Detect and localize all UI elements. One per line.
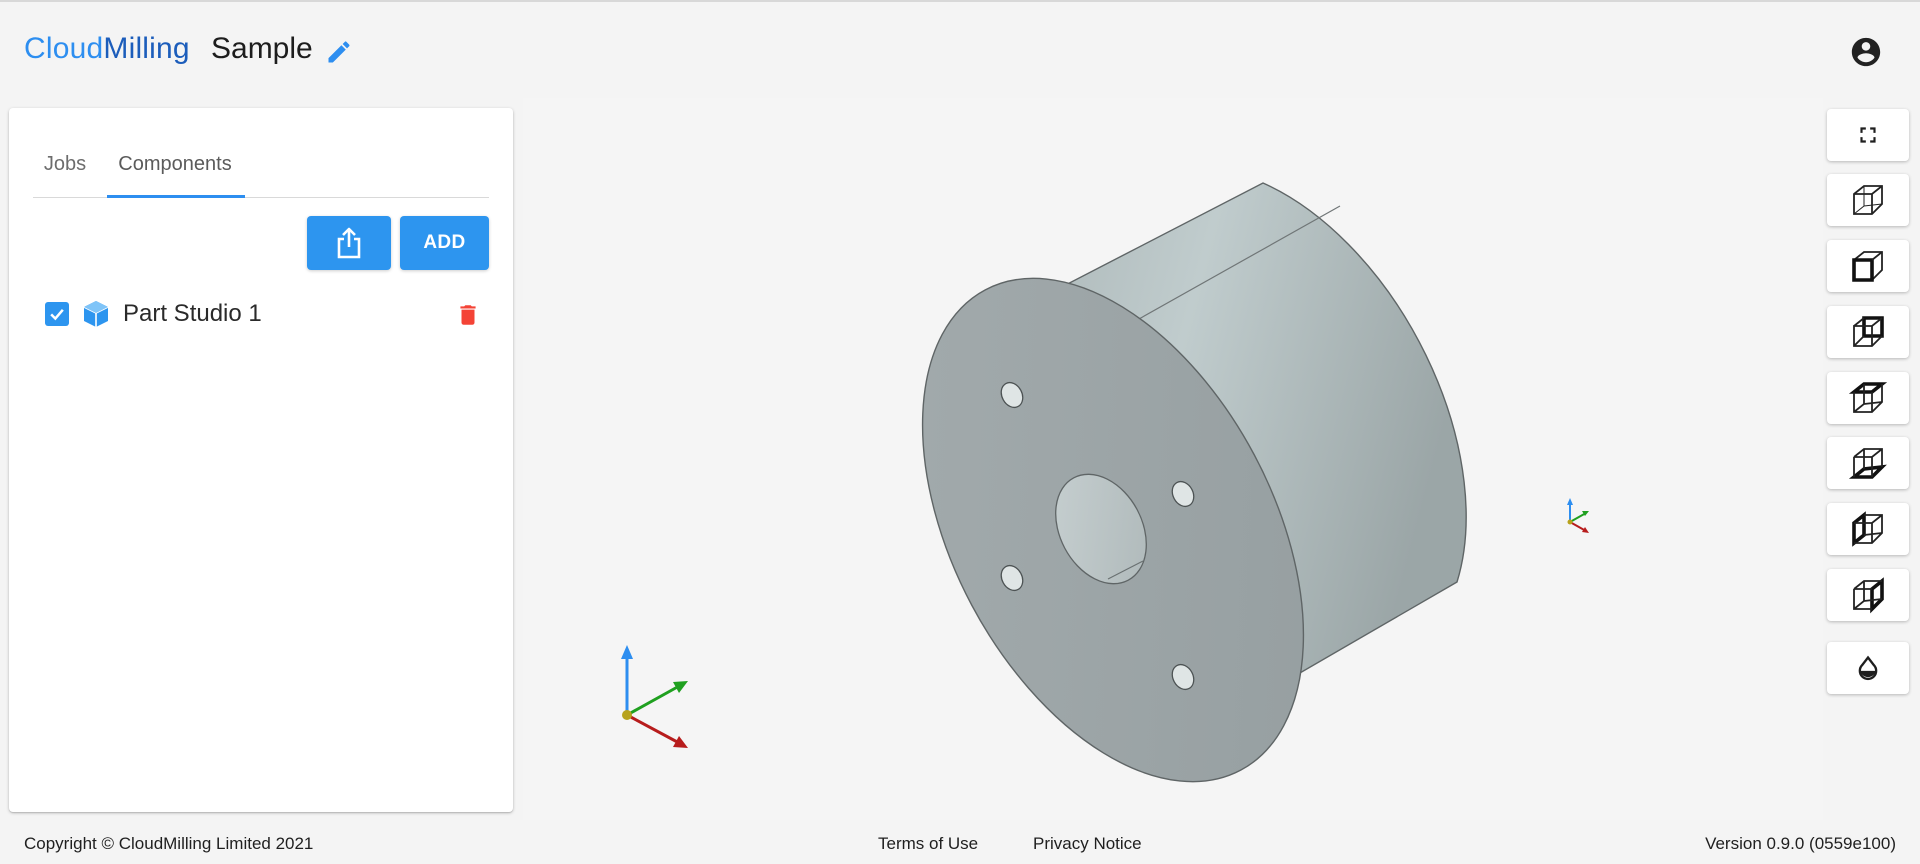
view-cube-back-icon — [1853, 316, 1884, 347]
model-canvas[interactable] — [523, 98, 1823, 820]
app-header: CloudMilling Sample — [0, 2, 1920, 98]
fullscreen-button[interactable] — [1827, 109, 1909, 161]
view-cube-bottom-icon — [1848, 448, 1887, 479]
project-title: Sample — [211, 32, 313, 65]
axis-triad — [621, 645, 688, 748]
view-cube-right-icon — [1853, 577, 1884, 614]
trash-icon — [460, 305, 476, 325]
terms-of-use-link[interactable]: Terms of Use — [878, 834, 978, 854]
brand-part-milling: Milling — [103, 32, 190, 65]
view-right-button[interactable] — [1827, 569, 1909, 621]
view-cube-front-icon — [1852, 251, 1883, 282]
component-checkbox[interactable] — [45, 302, 69, 326]
small-axis-triad — [1567, 498, 1589, 533]
fullscreen-icon — [1860, 127, 1876, 143]
copyright-text: Copyright © CloudMilling Limited 2021 — [24, 834, 314, 853]
view-back-button[interactable] — [1827, 306, 1909, 358]
part-cube-icon — [83, 301, 109, 327]
app-footer: Copyright © CloudMilling Limited 2021 Te… — [0, 822, 1920, 864]
privacy-notice-link[interactable]: Privacy Notice — [1033, 834, 1142, 854]
shading-button[interactable] — [1827, 642, 1909, 694]
account-circle-icon — [1851, 37, 1881, 67]
component-row[interactable]: Part Studio 1 — [33, 290, 493, 338]
delete-component-button[interactable] — [454, 300, 482, 330]
add-component-button[interactable]: ADD — [400, 216, 489, 270]
3d-viewport[interactable] — [523, 98, 1823, 820]
version-text: Version 0.9.0 (0559e100) — [1705, 834, 1896, 853]
view-top-button[interactable] — [1827, 372, 1909, 424]
tab-components[interactable]: Components — [107, 130, 243, 198]
view-left-button[interactable] — [1827, 503, 1909, 555]
brand-part-cloud: Cloud — [24, 32, 104, 65]
view-cube-iso-icon — [1853, 185, 1883, 215]
account-button[interactable] — [1848, 34, 1884, 70]
export-button[interactable] — [307, 216, 391, 270]
component-name: Part Studio 1 — [123, 300, 262, 327]
view-cube-left-icon — [1852, 511, 1883, 547]
shading-icon — [1858, 655, 1878, 681]
view-bottom-button[interactable] — [1827, 437, 1909, 489]
pencil-icon — [328, 41, 350, 63]
view-front-button[interactable] — [1827, 240, 1909, 292]
tab-jobs[interactable]: Jobs — [33, 130, 97, 198]
checkmark-icon — [50, 309, 64, 321]
part-model[interactable] — [524, 98, 1467, 820]
brand-logo[interactable]: CloudMilling — [24, 32, 190, 66]
edit-title-button[interactable] — [323, 36, 355, 68]
active-tab-indicator — [107, 195, 245, 198]
z-axis-arrow — [621, 645, 633, 659]
share-upload-icon — [337, 227, 361, 259]
view-iso-button[interactable] — [1827, 174, 1909, 226]
view-cube-top-icon — [1848, 382, 1888, 413]
panel-tabs: Jobs Components — [33, 130, 489, 198]
components-panel: Jobs Components ADD Part Studio 1 — [9, 108, 513, 812]
